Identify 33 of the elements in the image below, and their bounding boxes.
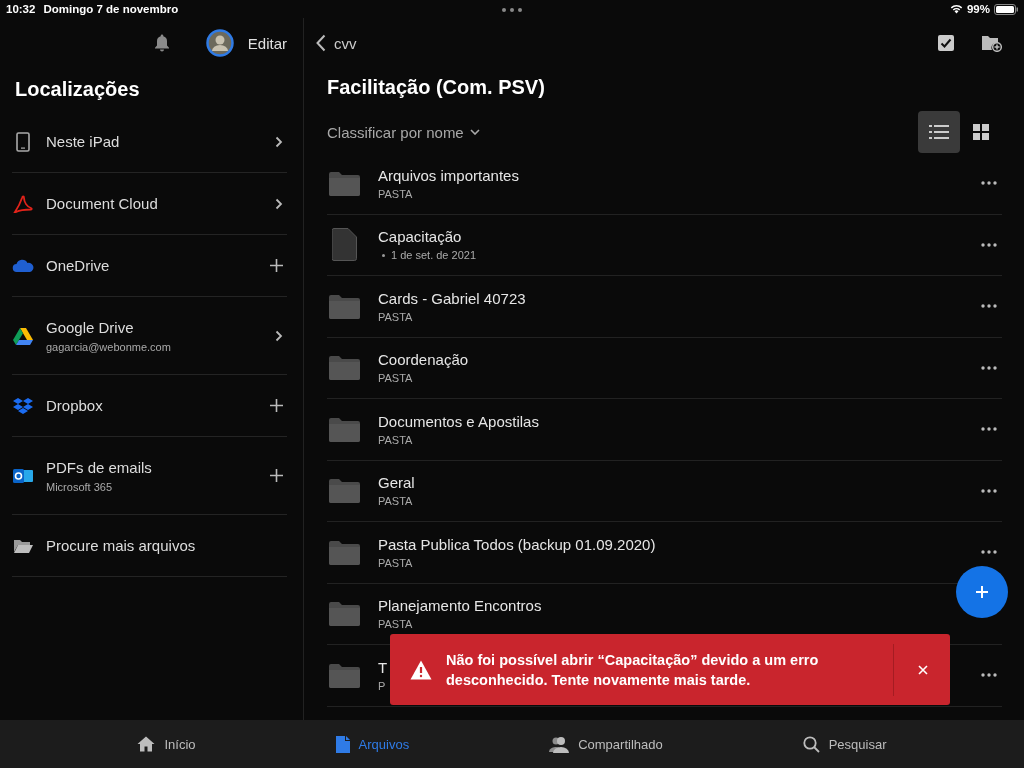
battery-level: 99%	[966, 3, 990, 15]
error-message: Não foi possível abrir “Capacitação” devido a um erro desconhecido. Tente novamente mais tarde.	[446, 650, 820, 690]
file-name: Planejamento Encontros	[378, 597, 542, 615]
file-type: PASTA	[378, 495, 413, 508]
location-name: Neste iPad	[46, 133, 120, 150]
file-name: Arquivos importantes	[378, 166, 519, 184]
file-type: PASTA	[378, 433, 413, 446]
location-name: Document Cloud	[46, 195, 158, 212]
location-account: Microsoft 365	[46, 480, 113, 493]
location-account: gagarcia@webonme.com	[46, 340, 171, 353]
file-name: Documentos e Apostilas	[378, 412, 539, 430]
file-name: Capacitação	[378, 228, 462, 246]
file-type: PASTA	[378, 556, 413, 569]
file-name: Geral	[378, 474, 415, 492]
sidebar-title: Localizações	[15, 78, 141, 101]
status-date: Domingo 7 de novembro	[43, 3, 179, 15]
file-type: PASTA	[378, 187, 413, 200]
file-type: PASTA	[378, 310, 413, 323]
folder-title: Facilitação (Com. PSV)	[327, 76, 546, 99]
location-name: OneDrive	[46, 257, 110, 274]
location-name: Procure mais arquivos	[46, 537, 196, 554]
location-name: Google Drive	[46, 318, 134, 336]
file-type: P	[378, 679, 386, 692]
location-name: PDFs de emails	[46, 458, 152, 476]
file-date: 1 de set. de 2021	[391, 249, 476, 262]
file-name: Cards - Gabriel 40723	[378, 289, 526, 307]
location-name: Dropbox	[46, 397, 103, 414]
file-type: PASTA	[378, 618, 413, 631]
status-time: 10:32	[6, 3, 36, 15]
file-name: T	[378, 658, 388, 676]
file-name: Pasta Publica Todos (backup 01.09.2020)	[378, 535, 656, 553]
file-name: Coordenação	[378, 351, 469, 369]
file-type: PASTA	[378, 372, 413, 385]
